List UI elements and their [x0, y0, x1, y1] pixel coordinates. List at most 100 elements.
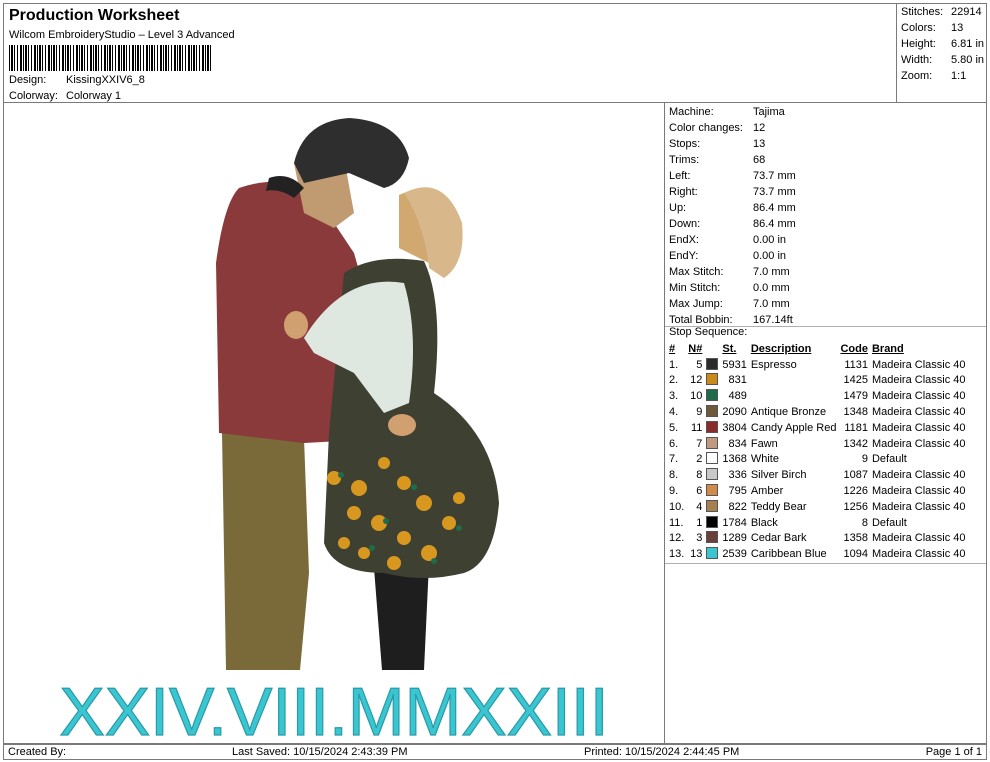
stop-rows: 1. 5 5931 Espresso 1131 Madeira Classic 40 2. 1…: [667, 357, 968, 562]
row-number: 5.: [669, 421, 679, 434]
color-swatch: [704, 420, 720, 436]
col-swatch: [704, 341, 720, 357]
stitch-count: 489: [728, 390, 747, 403]
table-row: 3. 10 489 1479 Madeira Classic 40: [667, 388, 968, 404]
date-text: XXIV.VIII.MMXXIII: [59, 674, 608, 743]
row-number: 6.: [669, 437, 679, 450]
thread-code: 1256: [843, 500, 868, 513]
hand: [284, 311, 308, 339]
thread-brand: Madeira Classic 40: [871, 469, 966, 482]
thread-code: 1226: [843, 485, 868, 498]
table-row: 6. 7 834 Fawn 1342 Madeira Classic 40: [667, 436, 968, 452]
row-number: 8.: [669, 469, 679, 482]
info-down: Down: 86.4 mm: [669, 218, 796, 230]
row-number: 2.: [669, 374, 679, 387]
stitch-count: 1368: [722, 453, 747, 466]
info-endx: EndX: 0.00 in: [669, 234, 787, 246]
thread-brand: Madeira Classic 40: [871, 358, 966, 371]
stat-height: Height: 6.81 in: [901, 38, 985, 50]
thread-brand: Madeira Classic 40: [871, 548, 966, 561]
info-stops: Stops: 13: [669, 138, 766, 150]
color-swatch: [704, 388, 720, 404]
color-description: White: [750, 453, 779, 466]
color-description: Black: [750, 516, 778, 529]
thread-brand: Default: [871, 516, 907, 529]
table-row: 2. 12 831 1425 Madeira Classic 40: [667, 373, 968, 389]
table-row: 12. 3 1289 Cedar Bark 1358 Madeira Classic 40: [667, 531, 968, 547]
page-title: Production Worksheet: [9, 7, 180, 24]
thread-code: 1425: [843, 374, 868, 387]
swatch-icon: [706, 468, 719, 481]
info-up: Up: 86.4 mm: [669, 202, 796, 214]
needle-number: 5: [696, 358, 703, 371]
stitch-count: 834: [728, 437, 747, 450]
stitch-count: 2090: [722, 406, 747, 419]
stop-sequence-table: # N# St. Description Code Brand 1. 5 5931 E…: [667, 341, 968, 562]
color-description: Candy Apple Red: [750, 421, 837, 434]
table-row: 1. 5 5931 Espresso 1131 Madeira Classic 40: [667, 357, 968, 373]
color-description: Espresso: [750, 358, 797, 371]
stitch-count: 795: [728, 485, 747, 498]
row-number: 7.: [669, 453, 679, 466]
stitch-count: 822: [728, 500, 747, 513]
printed-date: Printed: 10/15/2024 2:44:45 PM: [584, 746, 740, 758]
needle-number: 13: [690, 548, 703, 561]
info-machine: Machine: Tajima: [669, 106, 785, 118]
hand-2: [388, 414, 416, 436]
row-number: 9.: [669, 485, 679, 498]
colorway-label: Colorway:: [9, 90, 58, 102]
color-swatch: [704, 483, 720, 499]
color-swatch: [704, 467, 720, 483]
col-stitches: St.: [722, 342, 737, 355]
table-row: 5. 11 3804 Candy Apple Red 1181 Madeira Class…: [667, 420, 968, 436]
info-max-jump: Max Jump: 7.0 mm: [669, 298, 790, 310]
info-total-bobbin: Total Bobbin: 167.14ft: [669, 314, 793, 326]
stat-colors: Colors: 13: [901, 22, 964, 34]
dark-leg: [374, 563, 429, 670]
color-swatch: [704, 373, 720, 389]
col-description: Description: [750, 342, 812, 355]
thread-code: 1358: [843, 532, 868, 545]
needle-number: 11: [690, 421, 703, 434]
thread-code: 1348: [843, 406, 868, 419]
color-description: [749, 373, 839, 389]
color-description: Fawn: [750, 437, 778, 450]
stat-zoom: Zoom: 1:1: [901, 70, 967, 82]
table-row: 4. 9 2090 Antique Bronze 1348 Madeira Classic…: [667, 404, 968, 420]
design-label: Design:: [9, 74, 47, 86]
thread-code: 9: [861, 453, 868, 466]
info-min-stitch: Min Stitch: 0.0 mm: [669, 282, 790, 294]
design-preview: XXIV.VIII.MMXXIII: [3, 102, 665, 751]
stat-stitches: Stitches: 22914: [901, 6, 982, 18]
row-number: 12.: [669, 532, 685, 545]
thread-brand: Madeira Classic 40: [871, 485, 966, 498]
thread-brand: Default: [871, 453, 907, 466]
swatch-icon: [706, 547, 719, 560]
needle-number: 6: [696, 485, 703, 498]
color-swatch: [704, 515, 720, 531]
man-trousers: [222, 433, 309, 670]
col-needle: N#: [688, 342, 703, 355]
color-description: Caribbean Blue: [750, 548, 827, 561]
needle-number: 2: [696, 453, 703, 466]
needle-number: 9: [696, 406, 703, 419]
needle-number: 8: [696, 469, 703, 482]
swatch-icon: [706, 515, 719, 528]
swatch-icon: [706, 499, 719, 512]
thread-code: 1131: [844, 358, 868, 371]
row-number: 4.: [669, 406, 679, 419]
info-left: Left: 73.7 mm: [669, 170, 796, 182]
color-description: Antique Bronze: [750, 406, 827, 419]
color-description: [749, 388, 839, 404]
thread-brand: Madeira Classic 40: [871, 406, 966, 419]
needle-number: 10: [690, 390, 703, 403]
man-hair: [294, 118, 409, 188]
col-brand: Brand: [871, 342, 904, 355]
colorway-name: Colorway 1: [66, 90, 122, 102]
thread-code: 1087: [843, 469, 868, 482]
worksheet-footer: Created By: Last Saved: 10/15/2024 2:43:…: [3, 744, 987, 760]
divider: [665, 563, 986, 564]
color-description: Amber: [750, 485, 784, 498]
info-trims: Trims: 68: [669, 154, 766, 166]
swatch-icon: [706, 420, 719, 433]
